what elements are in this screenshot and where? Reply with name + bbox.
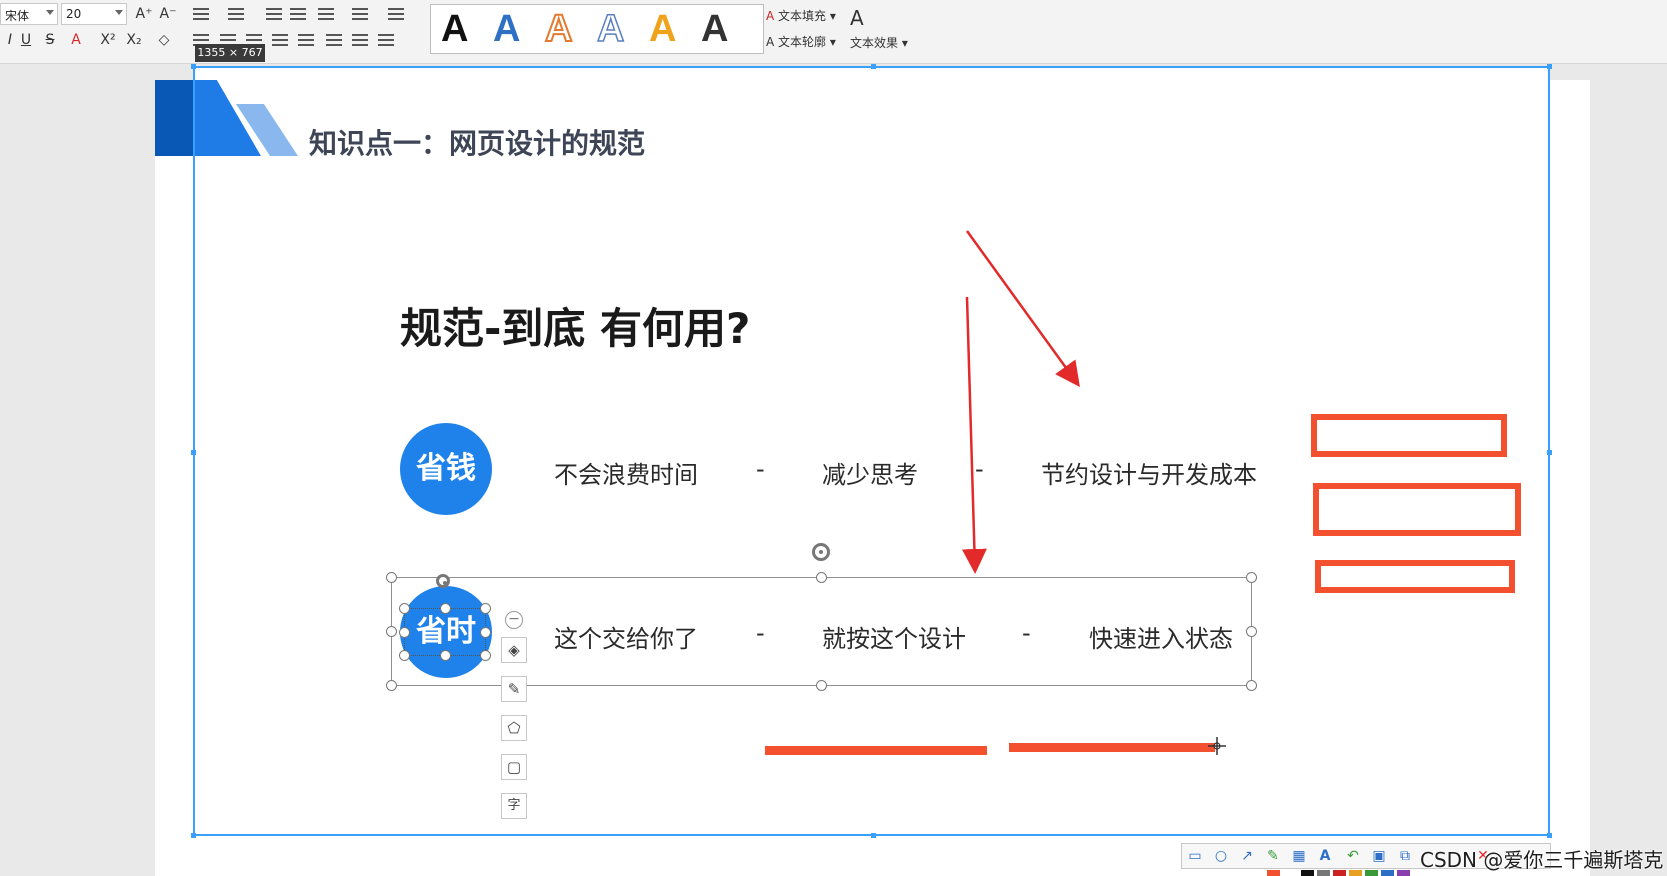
save-icon[interactable]: ▣ (1370, 847, 1388, 865)
text-icon[interactable]: A (1316, 847, 1334, 865)
rect-icon[interactable]: ▭ (1186, 847, 1204, 865)
annotation-arrows (961, 230, 1080, 574)
mosaic-icon[interactable]: ▦ (1290, 847, 1308, 865)
undo-icon[interactable]: ↶ (1344, 847, 1362, 865)
color-swatch[interactable] (1381, 870, 1394, 876)
color-swatch[interactable] (1397, 870, 1410, 876)
color-swatch[interactable] (1301, 870, 1314, 876)
color-swatch[interactable] (1333, 870, 1346, 876)
annotation-arrow[interactable] (961, 296, 987, 574)
copy-icon[interactable]: ⧉ (1396, 847, 1414, 865)
watermark: CSDN @爱你三千遍斯塔克 (1420, 848, 1664, 872)
pen-icon[interactable]: ✎ (1264, 847, 1282, 865)
color-palette (1181, 869, 1421, 876)
ellipse-icon[interactable]: ○ (1212, 847, 1230, 865)
color-swatch[interactable] (1317, 870, 1330, 876)
crosshair-cursor-icon (1208, 737, 1226, 755)
color-swatch[interactable] (1365, 870, 1378, 876)
color-swatch[interactable] (1349, 870, 1362, 876)
arrow-icon[interactable]: ↗ (1238, 847, 1256, 865)
color-swatch[interactable] (1267, 870, 1280, 876)
annotation-arrow[interactable] (965, 230, 1080, 388)
